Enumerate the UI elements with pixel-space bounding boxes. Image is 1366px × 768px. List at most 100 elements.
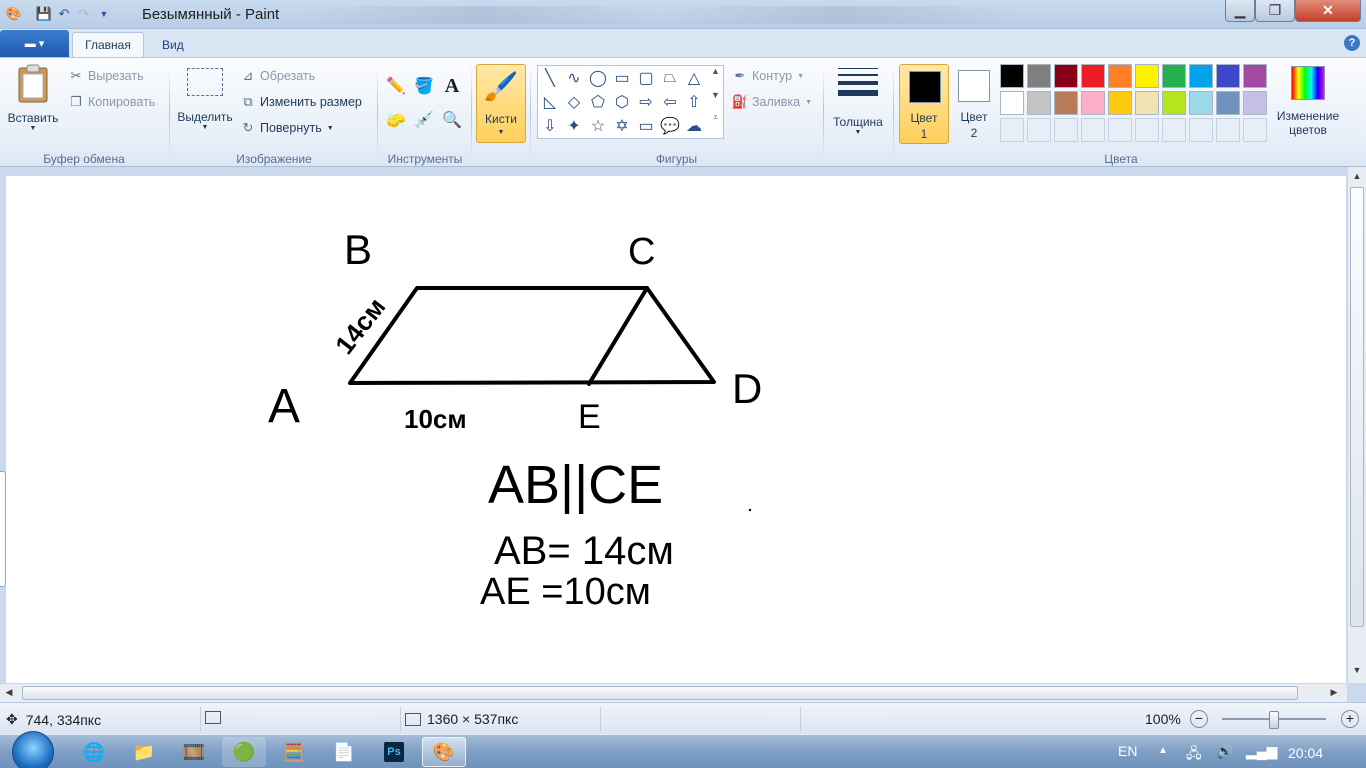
size-button[interactable]: Толщина ▼ (828, 66, 888, 136)
cut-button[interactable]: ✂ Вырезать (68, 66, 144, 86)
language-indicator[interactable]: EN (1118, 743, 1137, 759)
rectangular-callout-shape-icon[interactable]: ▭ (634, 114, 658, 138)
palette-custom-empty-swatch[interactable] (1216, 118, 1240, 142)
color2-button[interactable]: Цвет 2 (954, 64, 994, 144)
select-button[interactable]: Выделить ▼ (174, 68, 236, 131)
network-devices-icon[interactable]: 🖧 (1186, 743, 1202, 767)
palette-color-swatch[interactable] (1054, 64, 1078, 88)
drawing-canvas[interactable]: A B C D E 14см 10см AB||CE AB= 14см AE =… (6, 176, 1346, 705)
down-arrow-shape-icon[interactable]: ⇩ (538, 114, 562, 138)
palette-color-swatch[interactable] (1000, 64, 1024, 88)
fill-bucket-icon[interactable]: 🪣 (412, 74, 436, 98)
show-hidden-icons-icon[interactable]: ▲ (1158, 745, 1168, 756)
signal-strength-icon[interactable]: ▂▄▆ (1246, 743, 1277, 760)
horizontal-scroll-thumb[interactable] (22, 686, 1298, 700)
palette-custom-empty-swatch[interactable] (1000, 118, 1024, 142)
diamond-shape-icon[interactable]: ◇ (562, 90, 586, 114)
resize-button[interactable]: ⧉ Изменить размер (240, 92, 362, 112)
pentagon-shape-icon[interactable]: ⬠ (586, 90, 610, 114)
palette-custom-empty-swatch[interactable] (1054, 118, 1078, 142)
triangle-shape-icon[interactable]: △ (682, 66, 706, 90)
vertical-scroll-thumb[interactable] (1350, 187, 1364, 627)
palette-color-swatch[interactable] (1135, 91, 1159, 115)
close-button[interactable]: ✕ (1295, 0, 1361, 22)
palette-custom-empty-swatch[interactable] (1135, 118, 1159, 142)
internet-explorer-icon[interactable]: 🌐 (72, 737, 116, 767)
oval-shape-icon[interactable]: ◯ (586, 66, 610, 90)
tab-home[interactable]: Главная (72, 32, 144, 57)
shapes-scroll[interactable]: ▲ ▼ ⩡ (708, 66, 723, 138)
palette-custom-empty-swatch[interactable] (1108, 118, 1132, 142)
calculator-icon[interactable]: 🧮 (272, 737, 316, 767)
eraser-icon[interactable]: 🧽 (384, 108, 408, 132)
palette-color-swatch[interactable] (1189, 91, 1213, 115)
horizontal-scrollbar[interactable]: ◀ ▶ (0, 683, 1347, 702)
start-button[interactable] (12, 731, 54, 768)
hexagon-shape-icon[interactable]: ⬡ (610, 90, 634, 114)
minimize-button[interactable]: ▁ (1225, 0, 1255, 22)
palette-color-swatch[interactable] (1162, 64, 1186, 88)
cloud-callout-shape-icon[interactable]: ☁ (682, 114, 706, 138)
curve-shape-icon[interactable]: ∿ (562, 66, 586, 90)
palette-custom-empty-swatch[interactable] (1081, 118, 1105, 142)
palette-color-swatch[interactable] (1054, 91, 1078, 115)
text-tool-icon[interactable]: A (440, 74, 464, 98)
palette-color-swatch[interactable] (1135, 64, 1159, 88)
six-point-star-shape-icon[interactable]: ✡ (610, 114, 634, 138)
rounded-rectangle-shape-icon[interactable]: ▢ (634, 66, 658, 90)
four-point-star-shape-icon[interactable]: ✦ (562, 114, 586, 138)
copy-button[interactable]: ❐ Копировать (68, 92, 155, 112)
zoom-out-button[interactable]: − (1190, 710, 1208, 728)
left-arrow-shape-icon[interactable]: ⇦ (658, 90, 682, 114)
palette-custom-empty-swatch[interactable] (1027, 118, 1051, 142)
line-shape-icon[interactable]: ╲ (538, 66, 562, 90)
palette-color-swatch[interactable] (1216, 91, 1240, 115)
palette-color-swatch[interactable] (1000, 91, 1024, 115)
vertical-scrollbar[interactable]: ▲ ▼ (1347, 167, 1366, 683)
oval-callout-shape-icon[interactable]: 💬 (658, 114, 682, 138)
paint-taskbar-icon[interactable]: 🎨 (422, 737, 466, 767)
chrome-icon[interactable]: 🟢 (222, 737, 266, 767)
volume-icon[interactable]: 🔊 (1216, 743, 1233, 760)
documents-icon[interactable]: 📄 (322, 737, 366, 767)
fill-button[interactable]: ⛽ Заливка ▼ (732, 92, 812, 112)
clock[interactable]: 20:04 (1288, 745, 1323, 761)
outline-button[interactable]: ✒ Контур ▼ (732, 66, 804, 86)
paint-menu-button[interactable]: ▬ ▾ (0, 30, 69, 57)
crop-button[interactable]: ⊿ Обрезать (240, 66, 316, 86)
palette-custom-empty-swatch[interactable] (1162, 118, 1186, 142)
scroll-left-icon[interactable]: ◀ (2, 687, 16, 698)
polygon-shape-icon[interactable]: ⏢ (658, 66, 682, 90)
photoshop-icon[interactable]: Ps (372, 737, 416, 767)
maximize-button[interactable]: ❐ (1255, 0, 1295, 22)
color1-button[interactable]: Цвет 1 (899, 64, 949, 144)
media-player-icon[interactable]: 🎞️ (172, 737, 216, 767)
scroll-down-icon[interactable]: ▼ (1350, 665, 1364, 675)
palette-color-swatch[interactable] (1081, 91, 1105, 115)
scroll-up-icon[interactable]: ▲ (1350, 171, 1364, 181)
palette-color-swatch[interactable] (1081, 64, 1105, 88)
zoom-in-button[interactable]: + (1341, 710, 1359, 728)
paste-button[interactable]: Вставить ▼ (4, 64, 62, 132)
up-arrow-shape-icon[interactable]: ⇧ (682, 90, 706, 114)
scroll-right-icon[interactable]: ▶ (1327, 687, 1341, 698)
save-icon[interactable]: 💾 (34, 5, 54, 23)
rectangle-shape-icon[interactable]: ▭ (610, 66, 634, 90)
shapes-scroll-down-icon[interactable]: ▼ (708, 90, 723, 100)
shapes-expand-icon[interactable]: ⩡ (708, 112, 723, 123)
edit-colors-button[interactable]: Изменение цветов (1272, 66, 1344, 137)
tab-view[interactable]: Вид (150, 32, 196, 57)
palette-color-swatch[interactable] (1243, 64, 1267, 88)
pencil-icon[interactable]: ✏️ (384, 74, 408, 98)
customize-quick-access-icon[interactable]: ▼ (94, 5, 114, 23)
palette-custom-empty-swatch[interactable] (1243, 118, 1267, 142)
brushes-button[interactable]: 🖌️ Кисти ▼ (476, 64, 526, 143)
canvas-resize-handle[interactable] (0, 471, 6, 587)
magnifier-icon[interactable]: 🔍 (440, 108, 464, 132)
shapes-scroll-up-icon[interactable]: ▲ (708, 66, 723, 76)
right-triangle-shape-icon[interactable]: ◺ (538, 90, 562, 114)
palette-color-swatch[interactable] (1108, 64, 1132, 88)
palette-color-swatch[interactable] (1216, 64, 1240, 88)
palette-color-swatch[interactable] (1027, 64, 1051, 88)
five-point-star-shape-icon[interactable]: ☆ (586, 114, 610, 138)
